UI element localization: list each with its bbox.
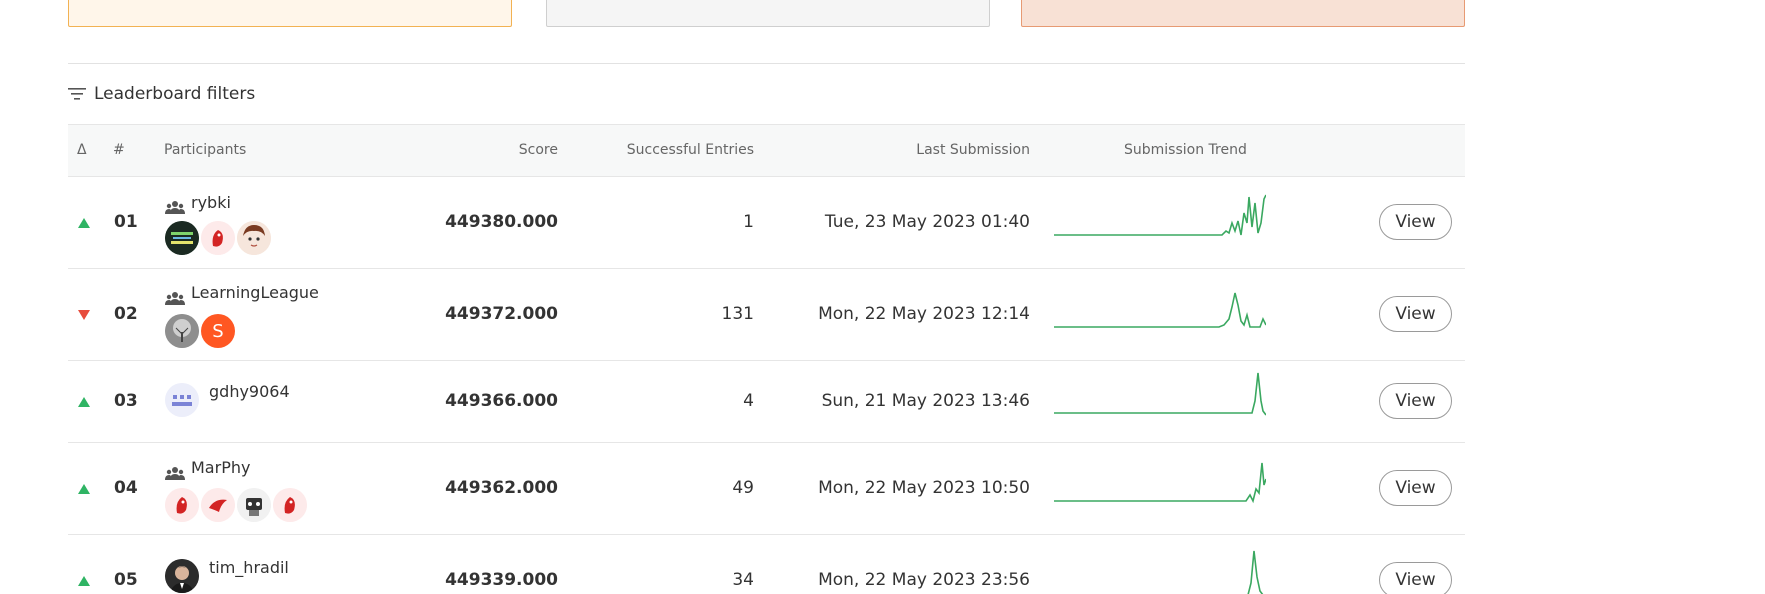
- avatar-anime[interactable]: [237, 221, 271, 255]
- rank-up-icon: [78, 392, 90, 411]
- successful-entries: 49: [732, 478, 754, 498]
- summary-card-2[interactable]: [546, 0, 990, 27]
- rank-number: 05: [114, 570, 138, 590]
- summary-cards: [0, 0, 1765, 30]
- header-last-submission: Last Submission: [916, 142, 1030, 158]
- submission-trend-sparkline: [1054, 459, 1267, 509]
- avatar-letter[interactable]: S: [201, 314, 235, 348]
- last-submission: Mon, 22 May 2023 12:14: [818, 304, 1030, 324]
- avatar-tree[interactable]: [165, 314, 199, 348]
- header-submission-trend: Submission Trend: [1124, 142, 1247, 158]
- rank-up-icon: [78, 213, 90, 232]
- table-row: 03 gdhy9064 449366.000 4 Sun, 21 May 202…: [68, 361, 1465, 443]
- team-members: S: [165, 314, 237, 348]
- divider: [68, 63, 1465, 64]
- table-header: Δ # Participants Score Successful Entrie…: [68, 124, 1465, 177]
- participant-name: tim_hradil: [209, 558, 289, 577]
- participant-name: gdhy9064: [209, 382, 290, 401]
- last-submission: Mon, 22 May 2023 10:50: [818, 478, 1030, 498]
- avatar-bird-2[interactable]: [201, 488, 235, 522]
- participant-name: rybki: [191, 193, 231, 212]
- view-button[interactable]: View: [1379, 383, 1452, 419]
- header-successful-entries: Successful Entries: [626, 142, 754, 158]
- rank-down-icon: [78, 305, 90, 324]
- table-row: 01 rybki 449380.000 1 Tue, 23 May 2023 0…: [68, 177, 1465, 269]
- last-submission: Mon, 22 May 2023 23:56: [818, 570, 1030, 590]
- table-row: 04 MarPhy 449362.000 49 Mon, 22 May 2023…: [68, 443, 1465, 535]
- view-button[interactable]: View: [1379, 470, 1452, 506]
- avatar-bird[interactable]: [273, 488, 307, 522]
- view-button[interactable]: View: [1379, 296, 1452, 332]
- successful-entries: 34: [732, 570, 754, 590]
- last-submission: Sun, 21 May 2023 13:46: [821, 391, 1030, 411]
- score-value: 449366.000: [445, 391, 558, 411]
- participant-name: MarPhy: [191, 458, 251, 477]
- score-value: 449362.000: [445, 478, 558, 498]
- team-members: [165, 221, 273, 255]
- header-participants: Participants: [164, 142, 247, 158]
- last-submission: Tue, 23 May 2023 01:40: [824, 212, 1030, 232]
- rank-number: 03: [114, 391, 138, 411]
- header-score: Score: [518, 142, 558, 158]
- rank-up-icon: [78, 571, 90, 590]
- leaderboard-table: Δ # Participants Score Successful Entrie…: [68, 124, 1465, 594]
- participant[interactable]: tim_hradil: [165, 558, 365, 594]
- header-rank: #: [113, 142, 125, 158]
- avatar-bird[interactable]: [165, 488, 199, 522]
- successful-entries: 1: [743, 212, 754, 232]
- submission-trend-sparkline: [1054, 193, 1267, 243]
- table-row: 05 tim_hradil 449339.000 34 Mon, 22 May …: [68, 535, 1465, 594]
- participant[interactable]: MarPhy: [165, 458, 385, 522]
- leaderboard-filters-toggle[interactable]: Leaderboard filters: [68, 82, 255, 106]
- participant[interactable]: rybki: [165, 193, 365, 255]
- participant[interactable]: LearningLeague S: [165, 283, 385, 348]
- table-row: 02 LearningLeague S 449372.000 131 Mon, …: [68, 269, 1465, 361]
- submission-trend-sparkline: [1054, 547, 1266, 594]
- submission-trend-sparkline: [1054, 285, 1267, 335]
- avatar-photo[interactable]: [165, 559, 199, 593]
- view-button[interactable]: View: [1379, 204, 1452, 240]
- score-value: 449339.000: [445, 570, 558, 590]
- submission-trend-sparkline: [1054, 371, 1267, 421]
- avatar-robot[interactable]: [237, 488, 271, 522]
- rank-number: 02: [114, 304, 138, 324]
- summary-card-3[interactable]: [1021, 0, 1465, 27]
- successful-entries: 4: [743, 391, 754, 411]
- team-icon: [165, 291, 185, 311]
- rank-up-icon: [78, 479, 90, 498]
- avatar-default[interactable]: [165, 383, 199, 417]
- team-icon: [165, 200, 185, 220]
- avatar-bird[interactable]: [201, 221, 235, 255]
- rank-number: 01: [114, 212, 138, 232]
- participant[interactable]: gdhy9064: [165, 382, 365, 423]
- header-delta: Δ: [77, 142, 87, 158]
- summary-card-1[interactable]: [68, 0, 512, 27]
- team-icon: [165, 466, 185, 486]
- rank-number: 04: [114, 478, 138, 498]
- view-button[interactable]: View: [1379, 562, 1452, 594]
- leaderboard-filters-label: Leaderboard filters: [94, 84, 256, 104]
- filter-icon: [68, 87, 86, 101]
- score-value: 449372.000: [445, 304, 558, 324]
- avatar-badge[interactable]: [165, 221, 199, 255]
- team-members: [165, 488, 309, 522]
- successful-entries: 131: [721, 304, 754, 324]
- participant-name: LearningLeague: [191, 283, 319, 302]
- leaderboard-page: Leaderboard filters Δ # Participants Sco…: [0, 0, 1765, 594]
- score-value: 449380.000: [445, 212, 558, 232]
